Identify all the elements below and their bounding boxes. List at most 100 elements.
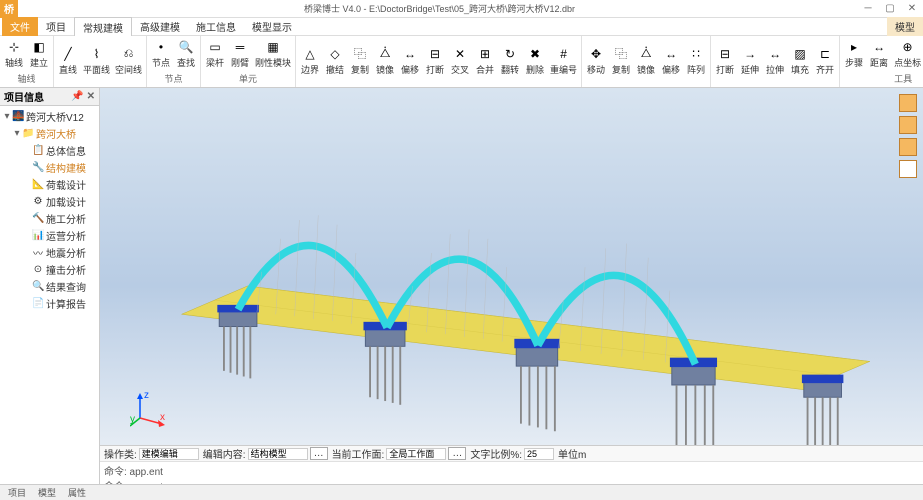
ribbon-打断[interactable]: ⊟打断 <box>713 45 737 77</box>
tab-model-right[interactable]: 模型 <box>887 17 923 36</box>
file-menu[interactable]: 文件 <box>2 17 38 36</box>
ribbon-合并[interactable]: ⊞合并 <box>473 45 497 77</box>
project-sidebar: 项目信息 📌 ✕ ▾🌉跨河大桥V12 ▾📁跨河大桥 📋总体信息🔧结构建模📐荷载设… <box>0 88 100 484</box>
ribbon-步骤[interactable]: ▸步骤 <box>842 38 866 70</box>
ws-input[interactable] <box>386 448 446 460</box>
ribbon-镜像[interactable]: ⧊镜像 <box>634 45 658 77</box>
复制-icon: ⿻ <box>613 46 629 62</box>
view-iso-button[interactable] <box>899 94 917 112</box>
unit-label: 单位m <box>558 446 586 461</box>
加载设计-icon: ⚙ <box>32 196 44 207</box>
ribbon-建立[interactable]: ◧建立 <box>27 38 51 70</box>
tree-item-运营分析[interactable]: 📊运营分析 <box>2 227 97 244</box>
ribbon-偏移[interactable]: ↔偏移 <box>659 45 683 77</box>
ribbon-距离[interactable]: ↔距离 <box>867 38 891 70</box>
运营分析-icon: 📊 <box>32 230 44 241</box>
menu-bar: 文件 项目 常规建模 高级建模 施工信息 模型显示 模型 <box>0 18 923 36</box>
删除-icon: ✖ <box>527 46 543 62</box>
镜像-icon: ⧊ <box>377 46 393 62</box>
总体信息-icon: 📋 <box>32 145 44 156</box>
svg-text:x: x <box>160 412 165 423</box>
查找-icon: 🔍 <box>178 39 194 55</box>
tab-model-display[interactable]: 模型显示 <box>244 17 300 36</box>
刚性模块-icon: ▦ <box>265 39 281 55</box>
tree-root[interactable]: ▾🌉跨河大桥V12 <box>2 108 97 125</box>
打断-icon: ⊟ <box>717 46 733 62</box>
view-front-button[interactable] <box>899 116 917 134</box>
ribbon-延伸[interactable]: →延伸 <box>738 45 762 77</box>
ribbon-查找[interactable]: 🔍查找 <box>174 38 198 70</box>
bottom-tab-project[interactable]: 项目 <box>2 485 32 500</box>
地震分析-icon: 〰 <box>32 245 44 260</box>
scale-input[interactable] <box>524 448 554 460</box>
tree-item-加载设计[interactable]: ⚙加载设计 <box>2 193 97 210</box>
tree-project[interactable]: ▾📁跨河大桥 <box>2 125 97 142</box>
tree-item-结构建模[interactable]: 🔧结构建模 <box>2 159 97 176</box>
tab-construct-info[interactable]: 施工信息 <box>188 17 244 36</box>
edit-browse-button[interactable]: … <box>310 447 328 460</box>
延伸-icon: → <box>742 46 758 62</box>
tree-item-撞击分析[interactable]: ⊙撞击分析 <box>2 261 97 278</box>
ribbon-平面线[interactable]: ⌇平面线 <box>81 45 112 77</box>
tree-item-总体信息[interactable]: 📋总体信息 <box>2 142 97 159</box>
svg-text:z: z <box>144 390 149 401</box>
maximize-button[interactable]: ▢ <box>879 0 901 18</box>
ribbon-交叉[interactable]: ✕交叉 <box>448 45 472 77</box>
ribbon-删除[interactable]: ✖删除 <box>523 45 547 77</box>
ribbon-翻转[interactable]: ↻翻转 <box>498 45 522 77</box>
op-input[interactable] <box>139 448 199 460</box>
ribbon-直线[interactable]: ╱直线 <box>56 45 80 77</box>
ribbon-阵列[interactable]: ∷阵列 <box>684 45 708 77</box>
minimize-button[interactable]: ─ <box>857 0 879 18</box>
ribbon-拉伸[interactable]: ↔拉伸 <box>763 45 787 77</box>
ribbon-打断[interactable]: ⊟打断 <box>423 45 447 77</box>
tab-project[interactable]: 项目 <box>38 17 74 36</box>
重编号-icon: # <box>556 46 572 62</box>
ribbon-复制[interactable]: ⿻复制 <box>609 45 633 77</box>
sidebar-title: 项目信息 <box>4 89 44 104</box>
ribbon-撤结[interactable]: ◇撤结 <box>323 45 347 77</box>
sidebar-pin-icon[interactable]: 📌 ✕ <box>71 91 95 102</box>
ribbon-镜像[interactable]: ⧊镜像 <box>373 45 397 77</box>
ribbon-刚性模块[interactable]: ▦刚性模块 <box>253 38 293 70</box>
打断-icon: ⊟ <box>427 46 443 62</box>
偏移-icon: ↔ <box>402 46 418 62</box>
交叉-icon: ✕ <box>452 46 468 62</box>
tree-item-地震分析[interactable]: 〰地震分析 <box>2 244 97 261</box>
view-side-button[interactable] <box>899 138 917 156</box>
ribbon-节点[interactable]: •节点 <box>149 38 173 70</box>
直线-icon: ╱ <box>60 46 76 62</box>
点坐标-icon: ⊕ <box>900 39 916 55</box>
ribbon-偏移[interactable]: ↔偏移 <box>398 45 422 77</box>
距离-icon: ↔ <box>871 39 887 55</box>
ribbon-填充[interactable]: ▨填充 <box>788 45 812 77</box>
close-button[interactable]: ✕ <box>901 0 923 18</box>
view-top-button[interactable] <box>899 160 917 178</box>
ws-browse-button[interactable]: … <box>448 447 466 460</box>
ribbon-梁杆[interactable]: ▭梁杆 <box>203 38 227 70</box>
edit-input[interactable] <box>248 448 308 460</box>
ribbon-轴线[interactable]: ⊹轴线 <box>2 38 26 70</box>
ribbon-刚臂[interactable]: ═刚臂 <box>228 38 252 70</box>
ribbon-齐开[interactable]: ⊏齐开 <box>813 45 837 77</box>
model-viewport[interactable]: z x y 操作类: 编辑内容:… 当前工作面:… 文字比例%: 单位m 命令:… <box>100 88 923 484</box>
view-cube <box>899 94 917 178</box>
coordinate-axis: z x y <box>130 388 170 428</box>
ribbon-边界[interactable]: △边界 <box>298 45 322 77</box>
bottom-tab-model[interactable]: 模型 <box>32 485 62 500</box>
tree-item-荷载设计[interactable]: 📐荷载设计 <box>2 176 97 193</box>
ribbon-空间线[interactable]: ⎌空间线 <box>113 45 144 77</box>
bottom-tab-props[interactable]: 属性 <box>62 485 92 500</box>
tree-item-施工分析[interactable]: 🔨施工分析 <box>2 210 97 227</box>
tab-advanced-model[interactable]: 高级建模 <box>132 17 188 36</box>
ribbon-重编号[interactable]: #重编号 <box>548 45 579 77</box>
刚臂-icon: ═ <box>232 39 248 55</box>
ribbon-移动[interactable]: ✥移动 <box>584 45 608 77</box>
复制-icon: ⿻ <box>352 46 368 62</box>
ribbon-点坐标[interactable]: ⊕点坐标 <box>892 38 923 70</box>
撞击分析-icon: ⊙ <box>32 264 44 275</box>
ribbon-复制[interactable]: ⿻复制 <box>348 45 372 77</box>
tree-item-计算报告[interactable]: 📄计算报告 <box>2 295 97 312</box>
tab-normal-model[interactable]: 常规建模 <box>74 17 132 37</box>
tree-item-结果查询[interactable]: 🔍结果查询 <box>2 278 97 295</box>
